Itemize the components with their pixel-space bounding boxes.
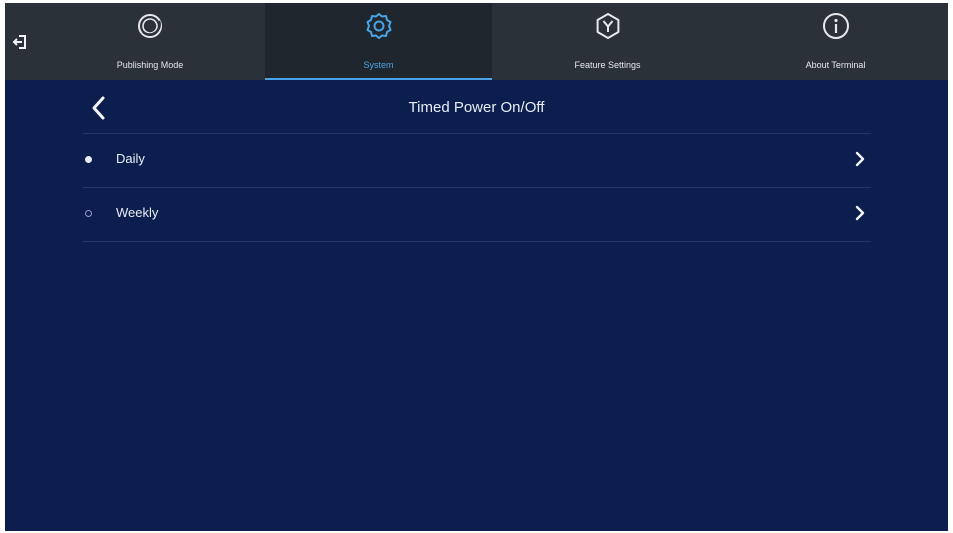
tab-system[interactable]: System: [265, 3, 492, 80]
tab-label: Publishing Mode: [116, 60, 184, 70]
exit-button[interactable]: [5, 3, 35, 80]
chevron-right-icon: [855, 151, 865, 167]
divider: [83, 241, 871, 242]
settings-panel: Timed Power On/Off Daily Weekly: [5, 80, 948, 531]
option-label: Weekly: [116, 205, 159, 220]
option-label: Daily: [116, 151, 145, 166]
top-navigation-bar: Publishing Mode System Feature Settings: [5, 3, 948, 80]
feature-settings-icon: [596, 13, 619, 39]
radio-unselected-indicator: [85, 210, 92, 217]
tab-about-terminal[interactable]: About Terminal: [723, 3, 948, 80]
exit-icon: [12, 34, 26, 49]
option-weekly[interactable]: Weekly: [83, 188, 871, 241]
gear-icon: [366, 13, 391, 39]
tab-label: System: [363, 60, 394, 70]
publishing-mode-icon: [138, 14, 162, 38]
tab-label: About Terminal: [805, 60, 866, 70]
chevron-right-icon: [855, 205, 865, 221]
page-title: Timed Power On/Off: [408, 99, 545, 116]
tab-feature-settings[interactable]: Feature Settings: [492, 3, 723, 80]
tab-publishing-mode[interactable]: Publishing Mode: [35, 3, 265, 80]
radio-selected-indicator: [85, 156, 92, 163]
tab-label: Feature Settings: [574, 60, 641, 70]
app-window: Publishing Mode System Feature Settings: [5, 3, 948, 531]
option-daily[interactable]: Daily: [83, 134, 871, 187]
info-icon: [822, 13, 849, 39]
